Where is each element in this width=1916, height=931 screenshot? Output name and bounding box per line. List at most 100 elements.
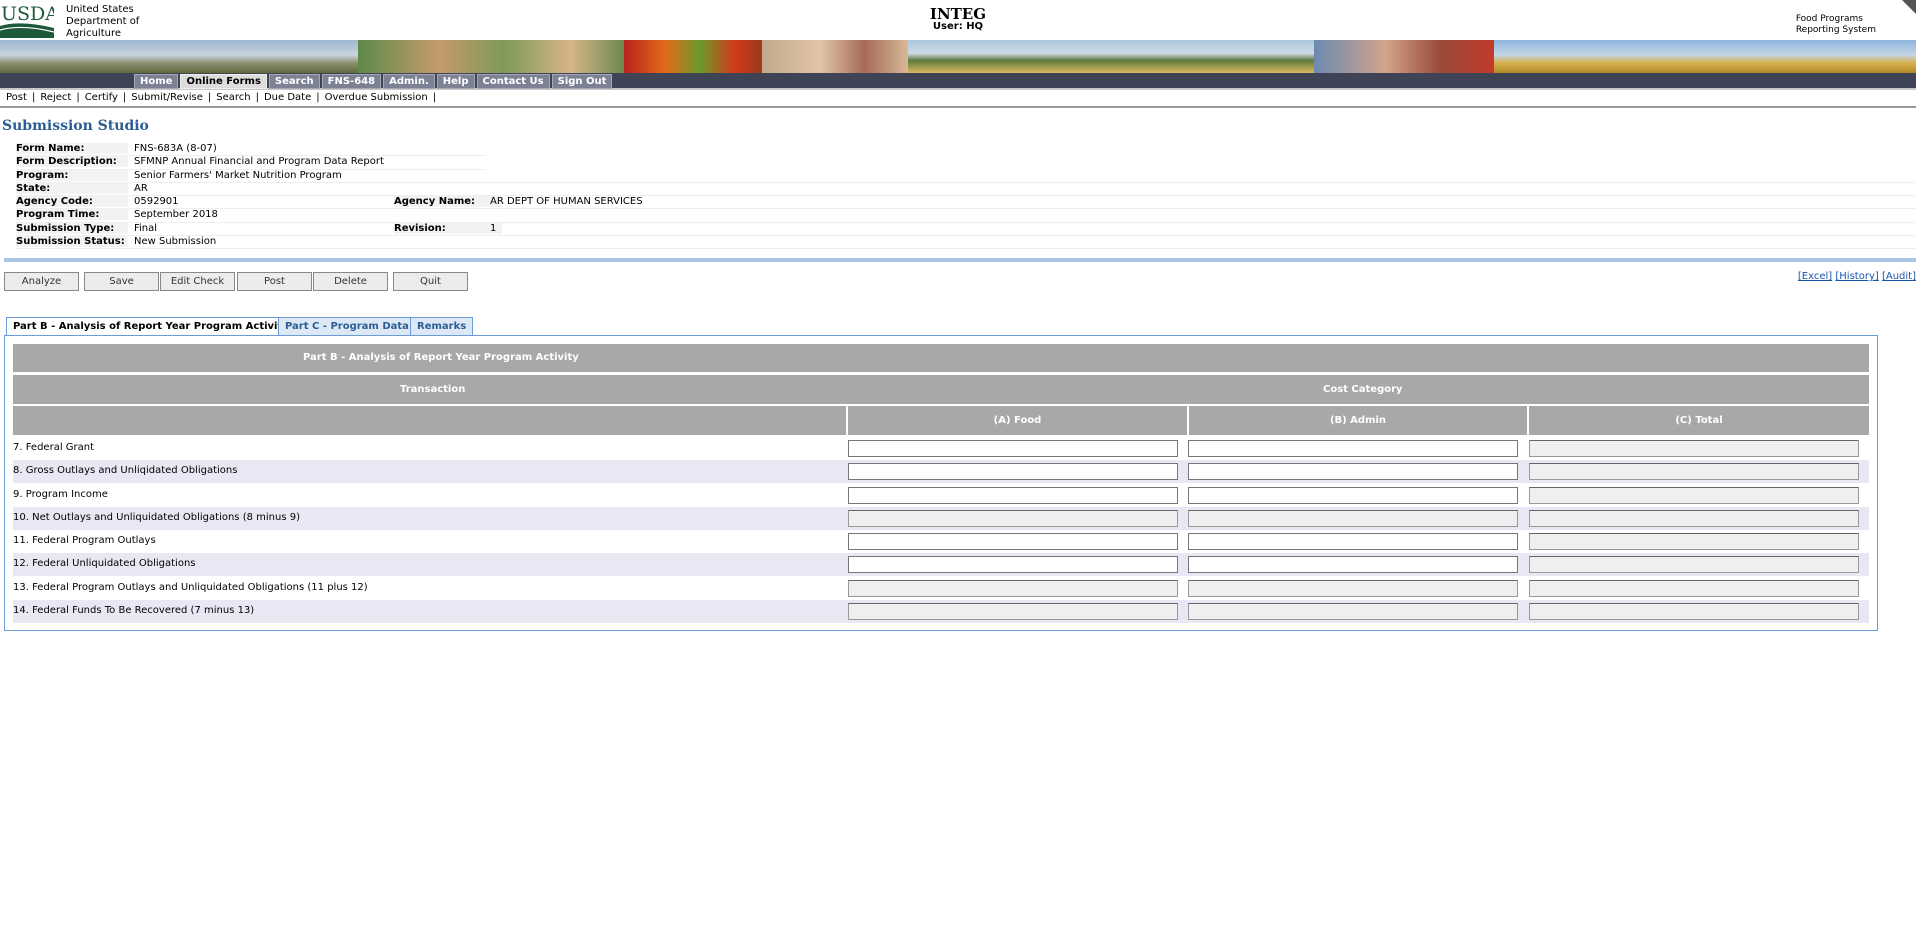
nav-item-search[interactable]: Search [268, 74, 320, 89]
program-time-value: September 2018 [134, 209, 218, 221]
nav-item-online-forms[interactable]: Online Forms [180, 74, 267, 89]
table-row: 10. Net Outlays and Unliquidated Obligat… [13, 507, 1869, 530]
submenu-item-post[interactable]: Post [6, 92, 27, 103]
submenu-item-search[interactable]: Search [216, 92, 250, 103]
form-name-label: Form Name: [16, 143, 128, 154]
submenu-separator: | [31, 92, 36, 103]
table-row: 9. Program Income [13, 484, 1869, 507]
table-row: 7. Federal Grant [13, 437, 1869, 460]
submission-type-value: Final [134, 222, 158, 234]
total-input [1529, 580, 1859, 597]
admin-input [1188, 580, 1518, 597]
admin-input[interactable] [1188, 463, 1518, 480]
action-submenu: Post | Reject | Certify | Submit/Revise | Search… [6, 92, 441, 103]
nav-item-home[interactable]: Home [134, 74, 179, 89]
row-label: 9. Program Income [13, 489, 108, 500]
submenu-separator: | [255, 92, 259, 103]
tab-part-c[interactable]: Part C - Program Data [278, 317, 416, 335]
analyze-button[interactable]: Analyze [4, 272, 79, 291]
submenu-separator: | [207, 92, 212, 103]
nav-item-admin[interactable]: Admin. [383, 74, 435, 89]
food-input[interactable] [848, 463, 1178, 480]
info-row-submission-status: Submission Status: New Submission [16, 236, 1916, 250]
app-header: USDA United States Department of Agricul… [0, 0, 1916, 40]
food-input[interactable] [848, 533, 1178, 550]
total-input [1529, 603, 1859, 620]
food-input [848, 510, 1178, 527]
banner-shopping-image [1314, 40, 1494, 73]
info-row-agency: Agency Code: 0592901 Agency Name: AR DEP… [16, 196, 1916, 210]
nav-item-fns-648[interactable]: FNS-648 [321, 74, 382, 89]
form-description-label: Form Description: [16, 156, 128, 168]
food-column-header: (A) Food [848, 406, 1187, 435]
submenu-item-reject[interactable]: Reject [40, 92, 71, 103]
program-value: Senior Farmers' Market Nutrition Program [134, 169, 342, 181]
row-label: 7. Federal Grant [13, 442, 95, 453]
submission-type-label: Submission Type: [16, 222, 128, 234]
submenu-item-certify[interactable]: Certify [85, 92, 118, 103]
admin-input[interactable] [1188, 487, 1518, 504]
edit-check-button[interactable]: Edit Check [160, 272, 235, 291]
page-title: Submission Studio [2, 118, 149, 134]
cost-category-header: Cost Category [1323, 384, 1403, 395]
nav-item-contact-us[interactable]: Contact Us [476, 74, 550, 89]
post-button[interactable]: Post [237, 272, 312, 291]
excel-link[interactable]: [Excel] [1798, 271, 1832, 282]
banner-kitchen-image [762, 40, 908, 73]
delete-button[interactable]: Delete [313, 272, 388, 291]
row-label: 8. Gross Outlays and Unliqidated Obligat… [13, 465, 238, 476]
info-row-program: Program: Senior Farmers' Market Nutritio… [16, 169, 1916, 183]
submenu-item-due-date[interactable]: Due Date [264, 92, 311, 103]
info-row-program-time: Program Time: September 2018 [16, 209, 1916, 223]
food-input[interactable] [848, 556, 1178, 573]
program-time-label: Program Time: [16, 209, 128, 221]
tab-part-b[interactable]: Part B - Analysis of Report Year Program… [6, 317, 296, 336]
export-links: [Excel] [History] [Audit] [1798, 271, 1916, 282]
main-nav-items: Home Online Forms Search FNS-648 Admin. Help C… [134, 74, 614, 89]
system-name: Food Programs Reporting System [1796, 14, 1876, 36]
table-row: 8. Gross Outlays and Unliqidated Obligat… [13, 460, 1869, 483]
admin-input [1188, 603, 1518, 620]
table-row: 13. Federal Program Outlays and Unliquid… [13, 577, 1869, 600]
food-input [848, 603, 1178, 620]
banner-family-image [358, 40, 624, 73]
program-label: Program: [16, 169, 128, 181]
grid-header-row: Transaction Cost Category [13, 375, 1869, 404]
table-row: 11. Federal Program Outlays [13, 530, 1869, 553]
submenu-separator: | [316, 92, 320, 103]
divider [0, 106, 1916, 108]
total-column-header: (C) Total [1529, 406, 1869, 435]
food-input[interactable] [848, 440, 1178, 457]
food-input[interactable] [848, 487, 1178, 504]
table-row: 14. Federal Funds To Be Recovered (7 min… [13, 600, 1869, 623]
grid-title-bar: Part B - Analysis of Report Year Program… [13, 344, 1869, 372]
tab-remarks[interactable]: Remarks [410, 317, 474, 335]
user-label: User: HQ [932, 21, 984, 32]
info-row-submission-type: Submission Type: Final Revision: 1 [16, 222, 1916, 237]
audit-link[interactable]: [Audit] [1882, 271, 1916, 282]
total-input [1529, 487, 1859, 504]
banner-wheat-image [1494, 40, 1916, 73]
admin-input[interactable] [1188, 556, 1518, 573]
total-input [1529, 440, 1859, 457]
admin-input[interactable] [1188, 533, 1518, 550]
agency-code-label: Agency Code: [16, 196, 128, 208]
history-link[interactable]: [History] [1835, 271, 1878, 282]
row-label: 10. Net Outlays and Unliquidated Obligat… [13, 512, 300, 523]
save-button[interactable]: Save [84, 272, 159, 291]
quit-button[interactable]: Quit [393, 272, 468, 291]
nav-item-help[interactable]: Help [436, 74, 475, 89]
agency-code-value: 0592901 [134, 196, 179, 208]
grid-title: Part B - Analysis of Report Year Program… [303, 352, 579, 363]
main-nav: Home Online Forms Search FNS-648 Admin. Help C… [0, 73, 1916, 90]
submenu-item-overdue-submission[interactable]: Overdue Submission [325, 92, 428, 103]
grid-blank-header [13, 406, 846, 435]
submenu-item-submit-revise[interactable]: Submit/Revise [131, 92, 203, 103]
row-label: 12. Federal Unliquidated Obligations [13, 558, 196, 569]
nav-item-sign-out[interactable]: Sign Out [551, 74, 613, 89]
system-line-1: Food Programs [1795, 14, 1863, 24]
transaction-header: Transaction [400, 384, 466, 395]
admin-input[interactable] [1188, 440, 1518, 457]
table-row: 12. Federal Unliquidated Obligations [13, 553, 1869, 576]
corner-fold-icon [1902, 0, 1916, 14]
